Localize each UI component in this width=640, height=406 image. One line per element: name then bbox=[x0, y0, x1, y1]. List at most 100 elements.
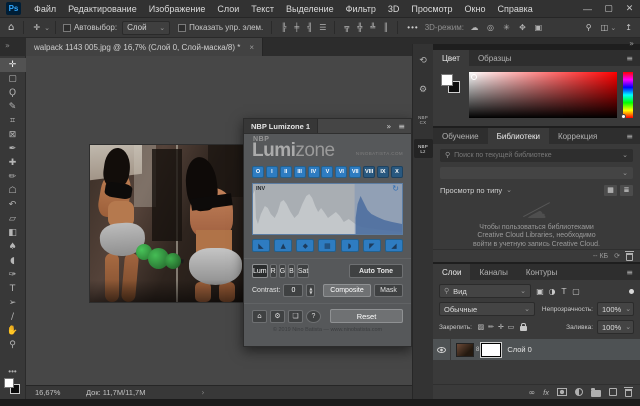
move-tool[interactable]: ✛ bbox=[0, 58, 26, 72]
align-icon[interactable]: ╠ bbox=[277, 23, 290, 32]
distribute-icon[interactable]: ║ bbox=[379, 23, 392, 32]
collapse-panels-icon[interactable]: » bbox=[629, 39, 634, 48]
zone-button[interactable]: IV bbox=[308, 166, 320, 178]
menu-item[interactable]: Файл bbox=[28, 4, 62, 14]
menu-item[interactable]: Окно bbox=[459, 4, 492, 14]
color-swatches[interactable] bbox=[4, 378, 21, 395]
mode3d-icon[interactable]: ✳ bbox=[500, 23, 513, 32]
menu-item[interactable]: 3D bbox=[382, 4, 406, 14]
tab-close-icon[interactable]: × bbox=[249, 43, 254, 52]
marquee-tool[interactable]: ▢ bbox=[0, 72, 26, 86]
library-search-input[interactable]: ⚲ Поиск по текущей библиотеке ⌄ bbox=[440, 149, 633, 162]
menu-item[interactable]: Выделение bbox=[280, 4, 340, 14]
history-panel-icon[interactable]: ⟲ bbox=[414, 52, 433, 71]
zone-button[interactable]: I bbox=[266, 166, 278, 178]
photo-document[interactable] bbox=[90, 145, 250, 302]
menu-item[interactable]: Текст bbox=[245, 4, 280, 14]
layer-style-icon[interactable]: fx bbox=[543, 388, 549, 397]
lock-type-icon[interactable]: ✛ bbox=[496, 323, 506, 331]
eraser-tool[interactable]: ▱ bbox=[0, 212, 26, 226]
blur-tool[interactable]: ♠ bbox=[0, 240, 26, 254]
home-button[interactable]: ⌂ bbox=[252, 310, 267, 323]
channel-button[interactable]: G bbox=[279, 264, 286, 278]
share-icon[interactable]: ↥ bbox=[625, 23, 632, 32]
refresh-histogram-icon[interactable]: ↻ bbox=[392, 184, 399, 193]
panel-menu-icon[interactable]: ≡ bbox=[626, 264, 640, 280]
tab-color[interactable]: Цвет bbox=[433, 50, 469, 66]
library-select-dropdown[interactable]: ⌄ bbox=[440, 167, 633, 179]
properties-panel-icon[interactable]: ⚙ bbox=[414, 81, 433, 100]
healing-brush-tool[interactable]: ✚ bbox=[0, 156, 26, 170]
lock-all-icon[interactable] bbox=[520, 326, 527, 331]
edit-toolbar-icon[interactable]: ••• bbox=[8, 369, 16, 375]
add-mask-icon[interactable] bbox=[557, 388, 567, 396]
tab-channels[interactable]: Каналы bbox=[470, 264, 516, 280]
collapse-panel-icon[interactable]: » bbox=[386, 122, 391, 131]
mode3d-icon[interactable]: ▣ bbox=[532, 23, 545, 32]
layer-filter-dropdown[interactable]: ⚲ Вид ⌄ bbox=[439, 284, 531, 298]
layer-filter-type-icon[interactable]: ▣ bbox=[534, 287, 546, 296]
document-tab[interactable]: walpack 1143 005.jpg @ 16,7% (Слой 0, Сл… bbox=[26, 38, 263, 56]
panel-menu-icon[interactable]: ≡ bbox=[398, 122, 405, 131]
panel-menu-icon[interactable]: ≡ bbox=[626, 50, 640, 66]
lock-type-icon[interactable]: ✏ bbox=[486, 323, 496, 331]
clone-stamp-tool[interactable]: ☖ bbox=[0, 184, 26, 198]
help-button[interactable]: ? bbox=[306, 310, 321, 323]
layer-name[interactable]: Слой 0 bbox=[507, 345, 532, 354]
color-picker-ring[interactable] bbox=[471, 74, 477, 80]
mode3d-icon[interactable]: ◎ bbox=[484, 23, 497, 32]
close-button[interactable]: ✕ bbox=[619, 4, 640, 14]
link-layers-icon[interactable]: ∞ bbox=[528, 388, 535, 397]
chevron-down-icon[interactable]: ⌄ bbox=[44, 24, 50, 32]
new-layer-icon[interactable] bbox=[609, 388, 617, 396]
mode3d-icon[interactable]: ✥ bbox=[516, 23, 529, 32]
file-button[interactable]: ❏ bbox=[288, 310, 303, 323]
menu-item[interactable]: Слои bbox=[211, 4, 245, 14]
pen-tool[interactable]: ✑ bbox=[0, 268, 26, 282]
adjustment-layer-icon[interactable] bbox=[575, 388, 583, 396]
tab-layers[interactable]: Слои bbox=[433, 264, 470, 280]
new-group-icon[interactable] bbox=[591, 390, 601, 397]
zone-button[interactable]: VII bbox=[349, 166, 361, 178]
delete-layer-icon[interactable] bbox=[625, 389, 632, 397]
autoselect-checkbox[interactable] bbox=[63, 24, 71, 32]
fill-dropdown[interactable]: 100% ⌄ bbox=[597, 320, 634, 334]
align-icon[interactable]: ╣ bbox=[303, 23, 316, 32]
chevron-down-icon[interactable]: ⌄ bbox=[506, 186, 512, 194]
view-by-type-label[interactable]: Просмотр по типу bbox=[440, 186, 502, 195]
layer-row[interactable]: 8 Слой 0 bbox=[433, 339, 640, 360]
gradient-tool[interactable]: ◧ bbox=[0, 226, 26, 240]
stepper-down-icon[interactable]: ▼ bbox=[309, 291, 312, 295]
align-icon[interactable]: ╪ bbox=[290, 23, 303, 32]
saturation-brightness-field[interactable] bbox=[469, 72, 617, 118]
hue-slider[interactable] bbox=[623, 72, 633, 118]
eyedropper-tool[interactable]: ✒ bbox=[0, 142, 26, 156]
zone-button[interactable]: III bbox=[294, 166, 306, 178]
filter-toggle-dot[interactable] bbox=[629, 289, 634, 294]
trash-icon[interactable] bbox=[626, 253, 633, 261]
sync-icon[interactable]: ⟳ bbox=[614, 252, 620, 260]
tab-swatches[interactable]: Образцы bbox=[469, 50, 521, 66]
autoselect-target-dropdown[interactable]: Слой ⌄ bbox=[122, 21, 170, 35]
histogram[interactable]: INV ↻ bbox=[252, 183, 403, 235]
frame-tool[interactable]: ⊠ bbox=[0, 128, 26, 142]
contrast-value[interactable]: 0 bbox=[283, 284, 303, 297]
lumizone-panel-tab[interactable]: NBP Lumizone 1 bbox=[244, 119, 318, 133]
lumizone-header[interactable]: NBP Lumizone 1 » ≡ bbox=[244, 119, 411, 134]
menu-item[interactable]: Изображение bbox=[143, 4, 212, 14]
layer-filter-type-icon[interactable]: ▢ bbox=[570, 287, 582, 296]
list-view-icon[interactable]: ≣ bbox=[620, 185, 633, 196]
line-tool[interactable]: ∕ bbox=[0, 310, 26, 324]
invert-label[interactable]: INV bbox=[256, 186, 265, 192]
menu-item[interactable]: Фильтр bbox=[340, 4, 382, 14]
opacity-dropdown[interactable]: 100% ⌄ bbox=[597, 302, 634, 316]
channel-button[interactable]: R bbox=[270, 264, 277, 278]
search-icon[interactable]: ⚲ bbox=[586, 23, 592, 32]
zone-preset-button[interactable]: ▦ bbox=[318, 239, 336, 252]
distribute-icon[interactable]: ╦ bbox=[340, 23, 353, 32]
move-tool-icon[interactable]: ✛ bbox=[29, 23, 44, 32]
auto-tone-button[interactable]: Auto Tone bbox=[349, 264, 403, 278]
channel-button[interactable]: Sat bbox=[297, 264, 310, 278]
more-options-icon[interactable]: ••• bbox=[403, 23, 422, 32]
history-brush-tool[interactable]: ↶ bbox=[0, 198, 26, 212]
